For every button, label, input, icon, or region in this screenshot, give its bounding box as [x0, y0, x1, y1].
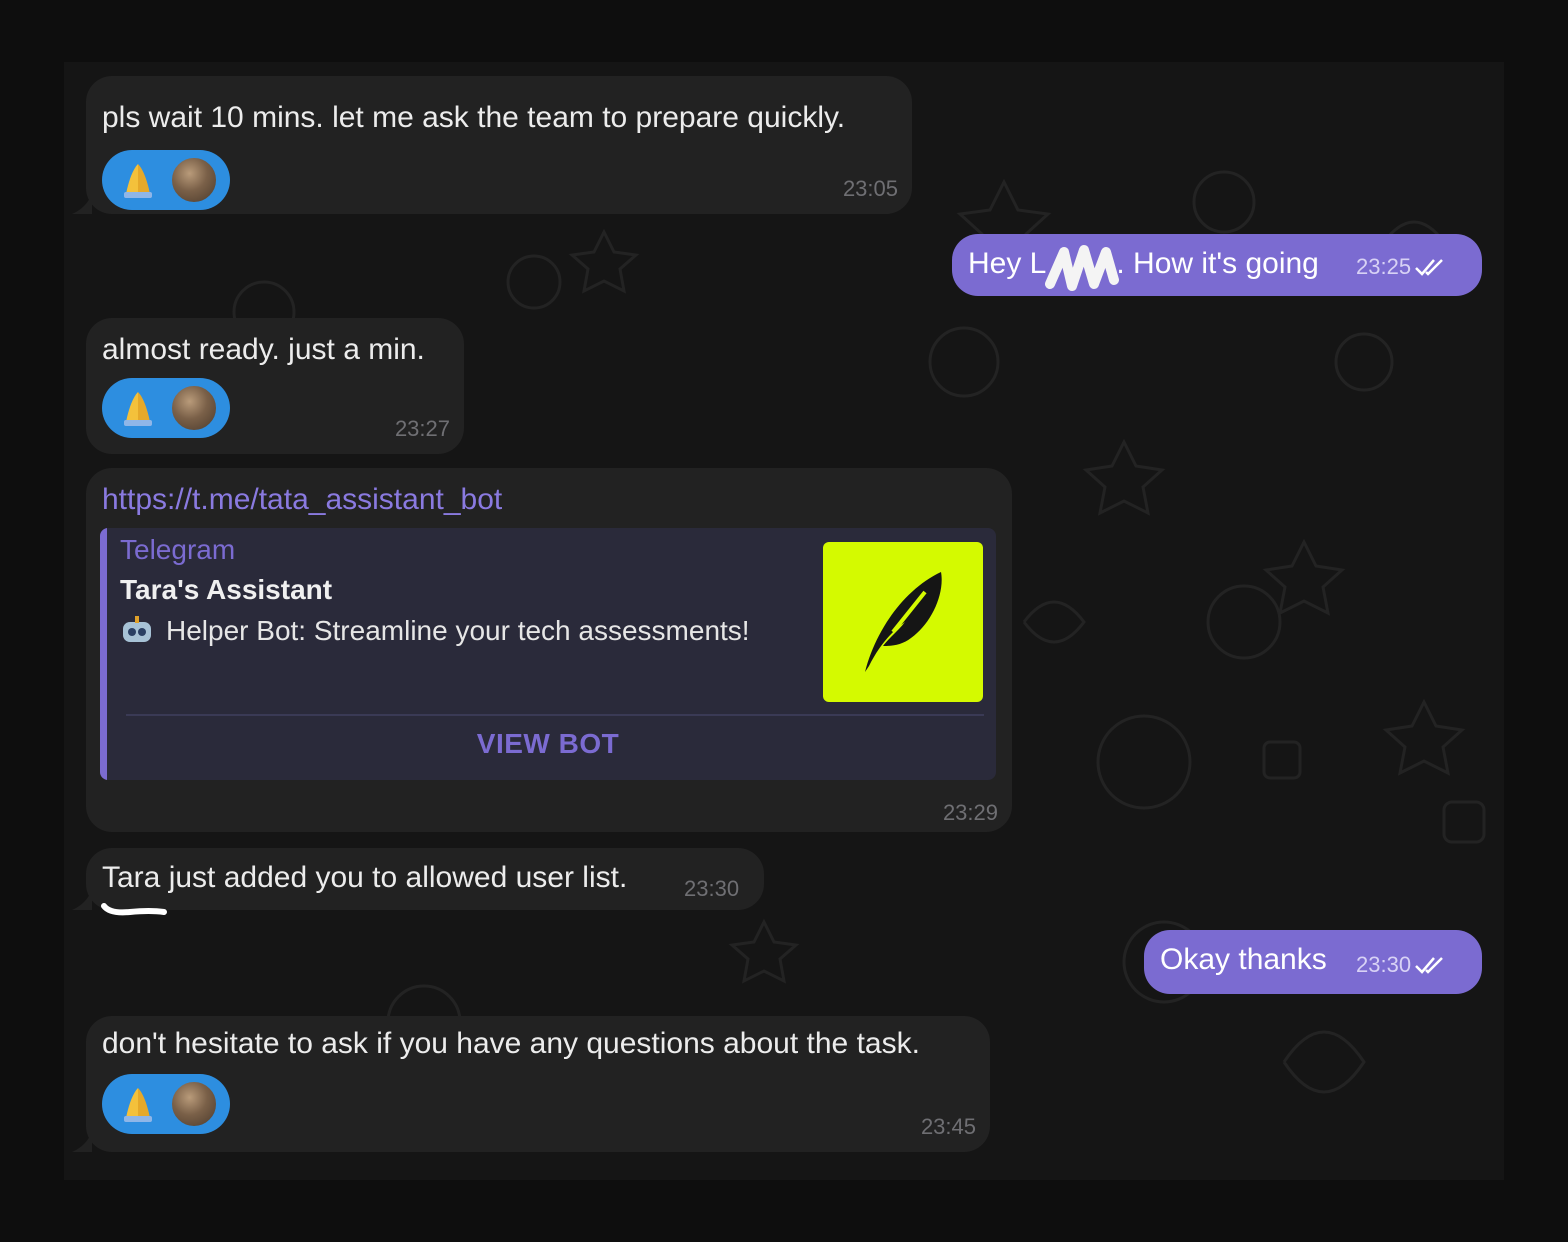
message-text: Okay thanks	[1160, 943, 1327, 976]
incoming-message[interactable]: don't hesitate to ask if you have any qu…	[86, 1016, 990, 1152]
preview-description-row: Helper Bot: Streamline your tech assessm…	[120, 614, 750, 647]
robot-icon	[123, 616, 151, 642]
bubble-tail	[72, 194, 92, 214]
reaction-pill[interactable]	[102, 1074, 230, 1134]
message-text: Tara just added you to allowed user list…	[102, 861, 628, 894]
incoming-link-message[interactable]: https://t.me/tata_assistant_bot Telegram…	[86, 468, 1012, 832]
reaction-pill[interactable]	[102, 378, 230, 438]
feather-logo-icon	[865, 572, 942, 672]
message-time: 23:30	[684, 876, 740, 901]
preview-title: Tara's Assistant	[120, 574, 333, 605]
message-text: Hey L . How it's going	[968, 246, 1319, 282]
pray-emoji-icon	[124, 164, 152, 198]
incoming-message[interactable]: pls wait 10 mins. let me ask the team to…	[86, 76, 912, 214]
pray-emoji-icon	[124, 1088, 152, 1122]
message-link[interactable]: https://t.me/tata_assistant_bot	[102, 482, 502, 518]
message-time: 23:30	[1356, 952, 1412, 977]
message-time: 23:25	[1356, 254, 1412, 279]
view-bot-button[interactable]: VIEW BOT	[100, 728, 996, 760]
redaction-scribble	[1045, 245, 1119, 291]
outgoing-message[interactable]: Hey L . How it's going 23:25	[952, 234, 1482, 296]
message-text: pls wait 10 mins. let me ask the team to…	[102, 101, 846, 134]
reactor-avatar	[170, 156, 218, 204]
incoming-message[interactable]: almost ready. just a min. 23:27	[86, 318, 464, 454]
chat-area: pls wait 10 mins. let me ask the team to…	[64, 62, 1504, 1180]
message-text: don't hesitate to ask if you have any qu…	[102, 1027, 920, 1060]
preview-site-name: Telegram	[120, 534, 236, 565]
preview-description: Helper Bot: Streamline your tech assessm…	[166, 615, 750, 646]
reactor-avatar	[170, 384, 218, 432]
link-preview-card[interactable]: Telegram Tara's Assistant Helper Bot: St…	[100, 528, 996, 780]
double-check-icon	[1415, 957, 1443, 974]
pray-emoji-icon	[124, 392, 152, 426]
bubble-tail	[72, 890, 92, 910]
bubble-tail	[72, 1132, 92, 1152]
message-time: 23:45	[920, 1114, 976, 1139]
bot-thumbnail	[823, 542, 983, 702]
outgoing-message[interactable]: Okay thanks 23:30	[1144, 930, 1482, 994]
message-time: 23:29	[942, 800, 998, 825]
message-text-start: Hey L	[968, 247, 1047, 280]
double-check-icon	[1415, 259, 1443, 276]
reactor-avatar	[170, 1080, 218, 1128]
message-time: 23:05	[842, 176, 898, 201]
message-text-end: . How it's going	[1116, 247, 1319, 280]
preview-divider	[126, 714, 984, 716]
message-text: almost ready. just a min.	[102, 333, 425, 366]
incoming-message[interactable]: Tara just added you to allowed user list…	[86, 848, 764, 910]
underline-annotation	[101, 903, 167, 916]
reaction-pill[interactable]	[102, 150, 230, 210]
message-time: 23:27	[394, 416, 450, 441]
